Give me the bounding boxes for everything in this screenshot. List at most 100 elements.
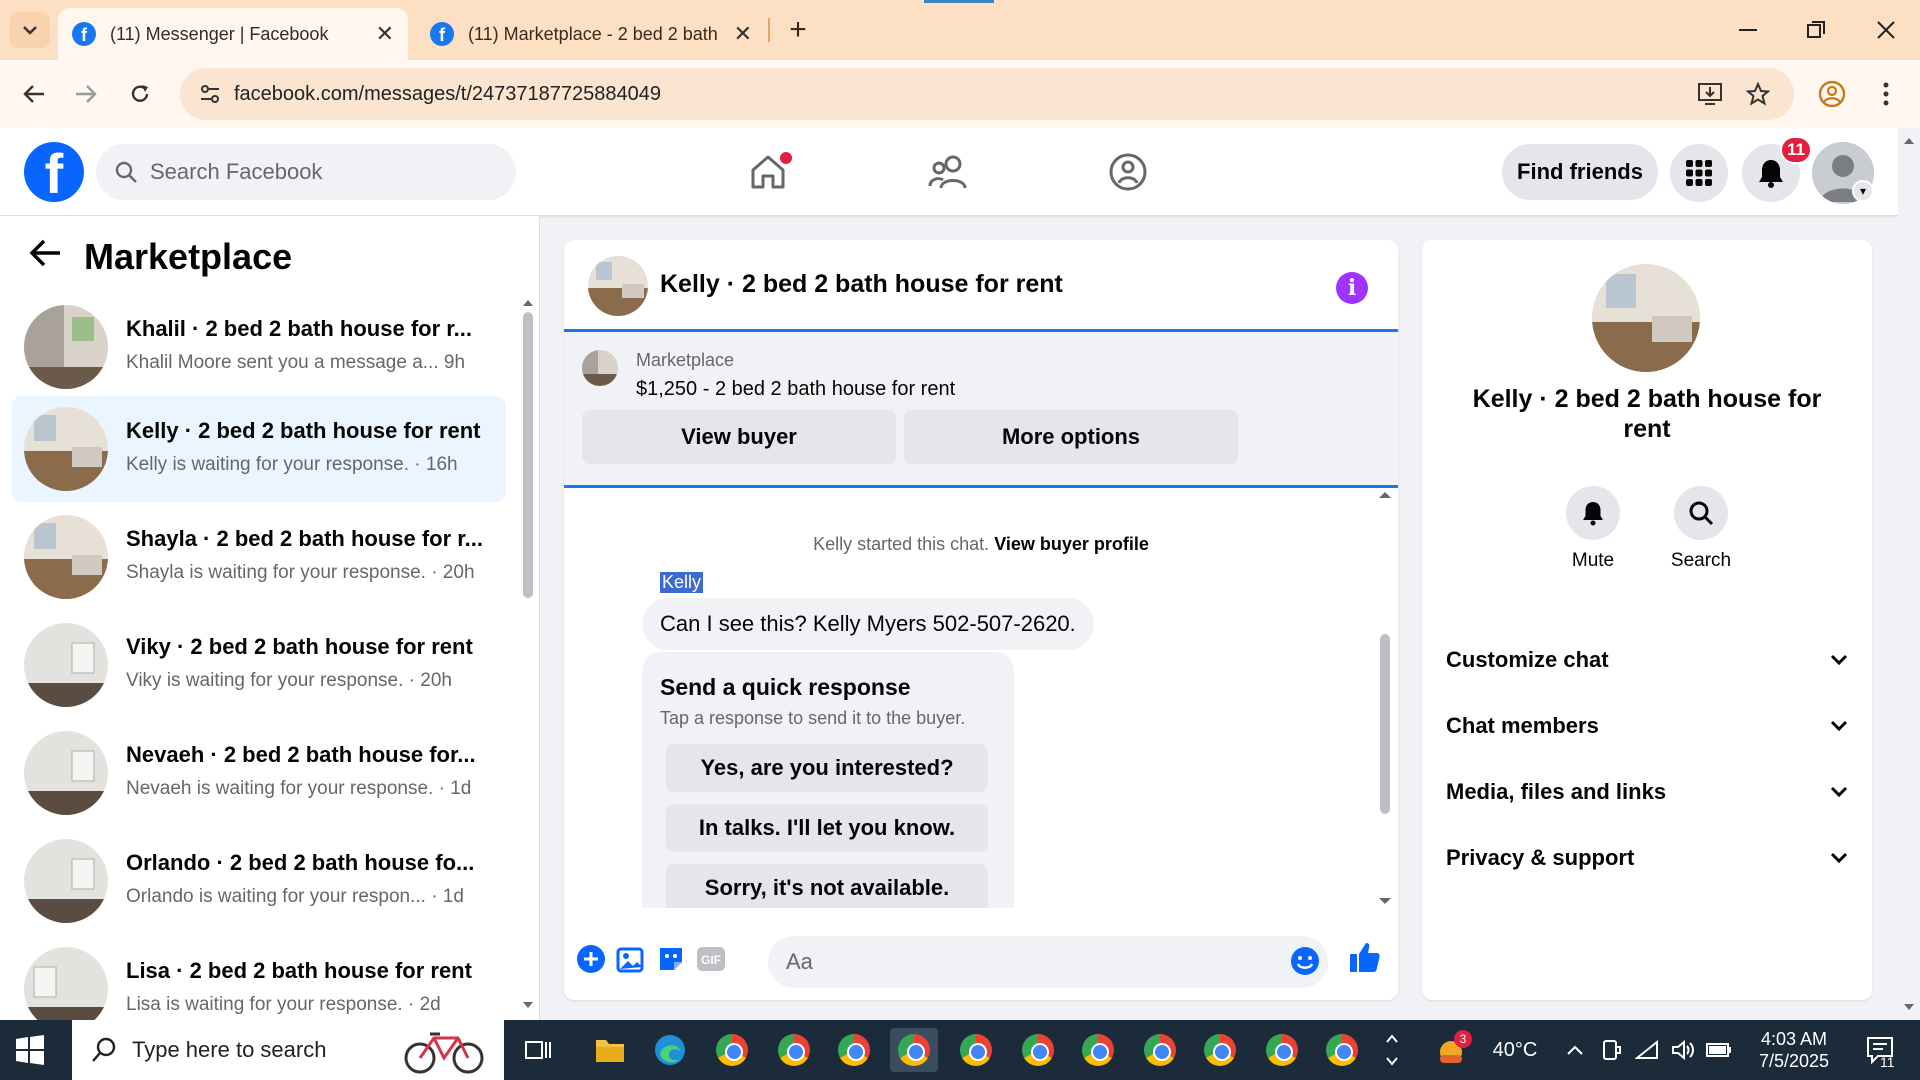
bookmark-button[interactable] — [1742, 78, 1774, 110]
back-arrow-icon[interactable] — [28, 238, 62, 277]
chrome-window-active[interactable] — [890, 1028, 938, 1072]
action-center-button[interactable] — [1856, 1020, 1906, 1080]
quick-response-card: Send a quick response Tap a response to … — [642, 652, 1014, 908]
tab-marketplace[interactable]: f (11) Marketplace - 2 bed 2 bath ✕ — [416, 8, 766, 60]
chrome-window-5[interactable] — [952, 1028, 1000, 1072]
search-in-conversation-button[interactable]: Search — [1656, 486, 1746, 572]
close-window-button[interactable] — [1866, 10, 1906, 50]
minimize-button[interactable] — [1728, 10, 1768, 50]
network-button[interactable] — [1632, 1020, 1662, 1080]
sidebar-scrollbar[interactable] — [520, 294, 536, 1014]
battery-button[interactable] — [1704, 1020, 1734, 1080]
conversation-item-lisa[interactable]: Lisa · 2 bed 2 bath house for rent Lisa … — [12, 936, 506, 1020]
conversation-item-viky[interactable]: Viky · 2 bed 2 bath house for rent Viky … — [12, 612, 506, 718]
message-bubble[interactable]: Can I see this? Kelly Myers 502-507-2620… — [642, 598, 1094, 650]
file-explorer-button[interactable] — [586, 1028, 634, 1072]
back-button[interactable] — [14, 74, 54, 114]
nav-friends[interactable] — [922, 146, 974, 198]
chevron-down-icon — [1830, 852, 1848, 864]
task-view-button[interactable] — [514, 1028, 562, 1072]
tab-messenger[interactable]: f (11) Messenger | Facebook ✕ — [58, 8, 408, 60]
conversation-item-nevaeh[interactable]: Nevaeh · 2 bed 2 bath house for... Nevae… — [12, 720, 506, 826]
section-privacy-support[interactable]: Privacy & support — [1446, 830, 1848, 886]
message-scroll-thumb[interactable] — [1380, 634, 1390, 814]
chrome-window-2[interactable] — [770, 1028, 818, 1072]
gif-button[interactable]: GIF — [694, 942, 728, 976]
meet-now-button[interactable] — [1596, 1020, 1626, 1080]
mute-button[interactable]: Mute — [1548, 486, 1638, 572]
volume-button[interactable] — [1668, 1020, 1698, 1080]
section-customize-chat[interactable]: Customize chat — [1446, 632, 1848, 688]
facebook-search-input[interactable]: Search Facebook — [96, 144, 516, 200]
weather-badge: 3 — [1454, 1030, 1472, 1048]
conversation-item-kelly[interactable]: Kelly · 2 bed 2 bath house for rent Kell… — [12, 396, 506, 502]
chrome-icon — [838, 1034, 870, 1066]
chrome-window-3[interactable] — [830, 1028, 878, 1072]
profile-button[interactable] — [1816, 78, 1848, 110]
start-button[interactable] — [14, 1034, 46, 1066]
menu-button[interactable] — [1670, 144, 1728, 202]
chrome-window-9[interactable] — [1196, 1028, 1244, 1072]
section-chat-members[interactable]: Chat members — [1446, 698, 1848, 754]
install-app-button[interactable] — [1694, 78, 1726, 110]
like-button[interactable] — [1348, 940, 1382, 974]
chrome-window-6[interactable] — [1014, 1028, 1062, 1072]
conversation-item-khalil[interactable]: Khalil · 2 bed 2 bath house for r... Kha… — [12, 294, 506, 400]
restore-button[interactable] — [1796, 10, 1836, 50]
view-buyer-button[interactable]: View buyer — [582, 410, 896, 464]
reload-icon — [131, 85, 149, 102]
new-tab-button[interactable]: + — [780, 12, 816, 48]
taskbar-overflow-arrows[interactable] — [1380, 1020, 1404, 1080]
weather-widget[interactable] — [1432, 1020, 1474, 1080]
address-bar[interactable]: facebook.com/messages/t/2473718772588404… — [180, 68, 1794, 120]
message-scrollbar[interactable] — [1376, 488, 1394, 908]
nav-groups[interactable] — [1102, 146, 1154, 198]
arrow-left-icon — [23, 85, 44, 103]
chrome-window-11[interactable] — [1318, 1028, 1366, 1072]
close-tab-icon[interactable]: ✕ — [376, 21, 394, 47]
chrome-window-8[interactable] — [1136, 1028, 1184, 1072]
chrome-window-1[interactable] — [708, 1028, 756, 1072]
quick-response-interested[interactable]: Yes, are you interested? — [666, 744, 988, 792]
system-clock[interactable]: 4:03 AM 7/5/2025 — [1734, 1028, 1854, 1072]
facebook-logo-icon[interactable]: f — [24, 142, 84, 202]
emoji-button[interactable] — [1288, 944, 1322, 978]
message-input[interactable]: Aa — [768, 936, 1328, 988]
tab-search-button[interactable] — [10, 12, 50, 48]
site-info-icon[interactable] — [198, 82, 222, 106]
chat-title[interactable]: Kelly · 2 bed 2 bath house for rent — [660, 270, 1063, 299]
conversation-item-shayla[interactable]: Shayla · 2 bed 2 bath house for r... Sha… — [12, 504, 506, 610]
reload-button[interactable] — [120, 74, 160, 114]
conversation-item-orlando[interactable]: Orlando · 2 bed 2 bath house fo... Orlan… — [12, 828, 506, 934]
quick-response-in-talks[interactable]: In talks. I'll let you know. — [666, 804, 988, 852]
temperature[interactable]: 40°C — [1480, 1020, 1550, 1080]
sidebar-scroll-thumb[interactable] — [523, 312, 533, 598]
account-chevron-icon[interactable]: ▾ — [1852, 180, 1874, 202]
section-media-files-links[interactable]: Media, files and links — [1446, 764, 1848, 820]
chat-avatar[interactable] — [588, 256, 648, 316]
taskbar-search-input[interactable]: Type here to search — [72, 1020, 504, 1080]
info-icon[interactable]: i — [1336, 272, 1368, 304]
browser-menu-button[interactable] — [1870, 78, 1902, 110]
sidebar-title: Marketplace — [84, 236, 293, 277]
find-friends-button[interactable]: Find friends — [1502, 144, 1658, 200]
plus-circle-icon — [577, 945, 605, 973]
chrome-window-7[interactable] — [1074, 1028, 1122, 1072]
nav-home[interactable] — [742, 146, 794, 198]
quick-response-not-available[interactable]: Sorry, it's not available. — [666, 864, 988, 908]
more-actions-button[interactable] — [574, 942, 608, 976]
more-options-button[interactable]: More options — [904, 410, 1238, 464]
message-input-placeholder: Aa — [786, 949, 813, 974]
page-scrollbar[interactable] — [1898, 128, 1920, 1020]
tab-title: (11) Messenger | Facebook — [110, 23, 329, 44]
sticker-button[interactable] — [654, 942, 688, 976]
edge-button[interactable] — [646, 1028, 694, 1072]
view-buyer-profile-link[interactable]: View buyer profile — [994, 534, 1149, 554]
attach-photo-button[interactable] — [614, 942, 648, 976]
listing-price-title[interactable]: $1,250 - 2 bed 2 bath house for rent — [636, 378, 955, 401]
chrome-window-10[interactable] — [1258, 1028, 1306, 1072]
close-tab-icon[interactable]: ✕ — [734, 21, 752, 47]
forward-button[interactable] — [66, 74, 106, 114]
conversation-avatar[interactable] — [1592, 264, 1700, 372]
show-hidden-icons-button[interactable] — [1560, 1020, 1590, 1080]
